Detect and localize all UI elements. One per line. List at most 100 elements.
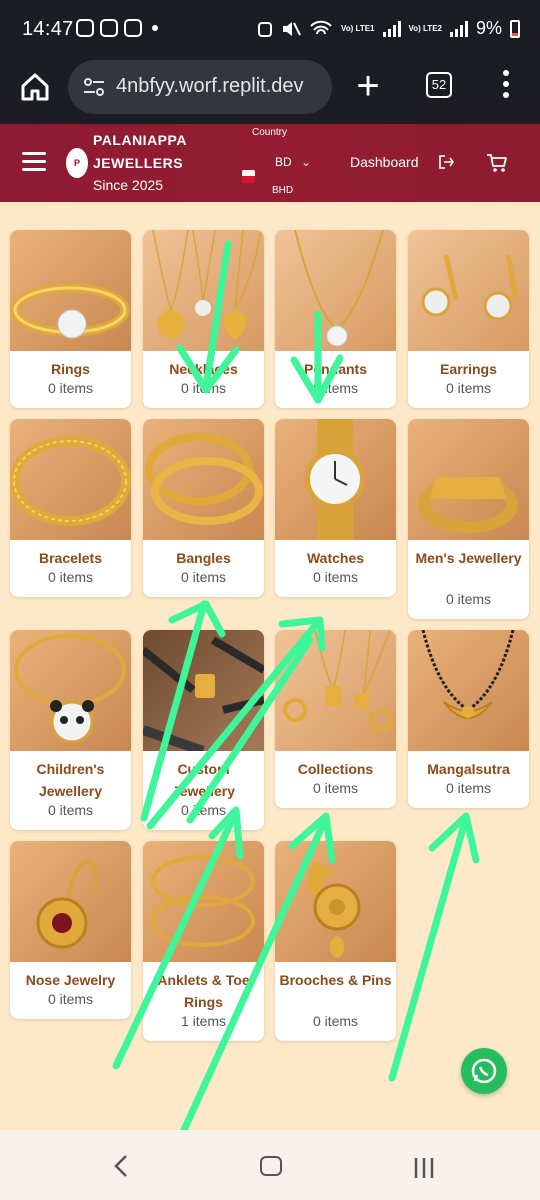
rings-image [10,230,131,351]
category-count: 0 items [180,380,227,396]
nav-home-icon[interactable] [260,1156,282,1176]
pendants-image [275,230,396,351]
category-name: Custom Jewellery [171,761,236,799]
category-card-bangles[interactable]: Bangles 0 items [143,419,264,597]
more-notifications-dot [152,25,158,31]
brand-tagline: Since 2025 [93,177,164,193]
mangalsutra-image [408,630,529,751]
whatsapp-icon [471,1058,497,1084]
category-count: 0 items [180,802,227,818]
brand-logo[interactable]: P [66,148,88,178]
currency-label: BHD [272,185,294,196]
browser-toolbar: 4nbfyy.worf.replit.dev + 52 [0,58,540,124]
instagram-icon [124,19,142,37]
earrings-image [408,230,529,351]
category-card-anklets-toe-rings[interactable]: Anklets & Toe Rings 1 items [143,841,264,1041]
category-card-nose-jewelry[interactable]: Nose Jewelry 0 items [10,841,131,1019]
category-name: Necklaces [169,361,238,377]
signal1-icon [382,20,401,37]
category-card-pendants[interactable]: Pendants 0 items [275,230,396,408]
category-count: 0 items [312,380,359,396]
mute-icon [283,21,301,36]
alarm-icon [258,21,273,37]
childrens-jewellery-image [10,630,131,751]
category-card-rings[interactable]: Rings 0 items [10,230,131,408]
brand-name-line1[interactable]: PALANIAPPA [93,132,187,148]
bracelets-image [10,419,131,540]
category-name: Earrings [440,361,497,377]
necklaces-image [143,230,264,351]
cart-icon[interactable] [486,152,508,174]
category-name: Collections [297,761,374,777]
tune-icon[interactable] [82,77,106,97]
url-text: 4nbfyy.worf.replit.dev [116,75,304,97]
brand-name-line2[interactable]: JEWELLERS [93,155,183,171]
hamburger-icon[interactable] [22,152,46,172]
plus-icon[interactable]: + [352,66,384,106]
category-card-bracelets[interactable]: Bracelets 0 items [10,419,131,597]
category-name: Mangalsutra [427,761,510,777]
category-name: Rings [51,361,90,377]
lte2-label: Vo) LTE2 [408,24,442,33]
nav-recents-icon[interactable] [412,1158,436,1178]
country-select[interactable]: BD [275,155,292,169]
category-name: Pendants [303,361,367,377]
more-vert-icon[interactable] [496,70,516,104]
category-count: 0 items [445,780,492,796]
watches-image [275,419,396,540]
category-count: 0 items [445,591,492,607]
chevron-down-icon[interactable]: ⌄ [301,155,311,169]
category-name: Anklets & Toe Rings [157,972,250,1010]
category-card-custom-jewellery[interactable]: Custom Jewellery 0 items [143,630,264,830]
missed-call-icon [100,19,118,37]
category-card-necklaces[interactable]: Necklaces 0 items [143,230,264,408]
category-card-collections[interactable]: Collections 0 items [275,630,396,808]
arrow-up-mangalsutra [388,812,480,1082]
collections-image [275,630,396,751]
category-name: Men's Jewellery [415,550,522,566]
category-name: Watches [306,550,365,566]
category-card-brooches-pins[interactable]: Brooches & Pins 0 items [275,841,396,1041]
category-card-mangalsutra[interactable]: Mangalsutra 0 items [408,630,529,808]
category-card-mens-jewellery[interactable]: Men's Jewellery 0 items [408,419,529,619]
battery-percent: 9% [475,18,502,38]
tabs-icon[interactable]: 52 [426,72,452,98]
nose-jewelry-image [10,841,131,962]
category-name: Children's Jewellery [36,761,105,799]
category-count: 0 items [47,802,94,818]
category-count: 0 items [312,569,359,585]
country-label: Country [252,127,288,138]
category-card-earrings[interactable]: Earrings 0 items [408,230,529,408]
address-bar[interactable]: 4nbfyy.worf.replit.dev [68,60,332,114]
category-name: Bangles [176,550,231,566]
logout-icon[interactable] [438,154,454,170]
category-count: 0 items [312,780,359,796]
category-count: 0 items [180,569,227,585]
category-count: 0 items [47,569,94,585]
anklets-image [143,841,264,962]
status-time: 14:47 [22,18,74,40]
category-count: 0 items [445,380,492,396]
category-name: Bracelets [38,550,103,566]
mens-jewellery-image [408,419,529,540]
nav-back-icon[interactable] [110,1154,134,1178]
status-bar: 14:47 Vo) LTE1 Vo) LTE2 9% [0,0,540,58]
dashboard-link[interactable]: Dashboard [350,154,419,170]
category-count: 0 items [312,1013,359,1029]
flag-icon [242,170,255,183]
category-count: 0 items [47,991,94,1007]
category-name: Nose Jewelry [25,972,116,988]
signal2-icon [449,20,468,37]
whatsapp-button[interactable] [461,1048,507,1094]
site-header: P PALANIAPPA JEWELLERS Since 2025 Countr… [0,124,540,202]
battery-icon [510,19,520,38]
category-count: 0 items [47,380,94,396]
home-icon[interactable] [18,70,52,104]
bangles-image [143,419,264,540]
category-card-childrens-jewellery[interactable]: Children's Jewellery 0 items [10,630,131,830]
category-card-watches[interactable]: Watches 0 items [275,419,396,597]
category-count: 1 items [180,1013,227,1029]
instagram-icon [76,19,94,37]
status-right: Vo) LTE1 Vo) LTE2 9% [257,18,520,39]
custom-jewellery-image [143,630,264,751]
